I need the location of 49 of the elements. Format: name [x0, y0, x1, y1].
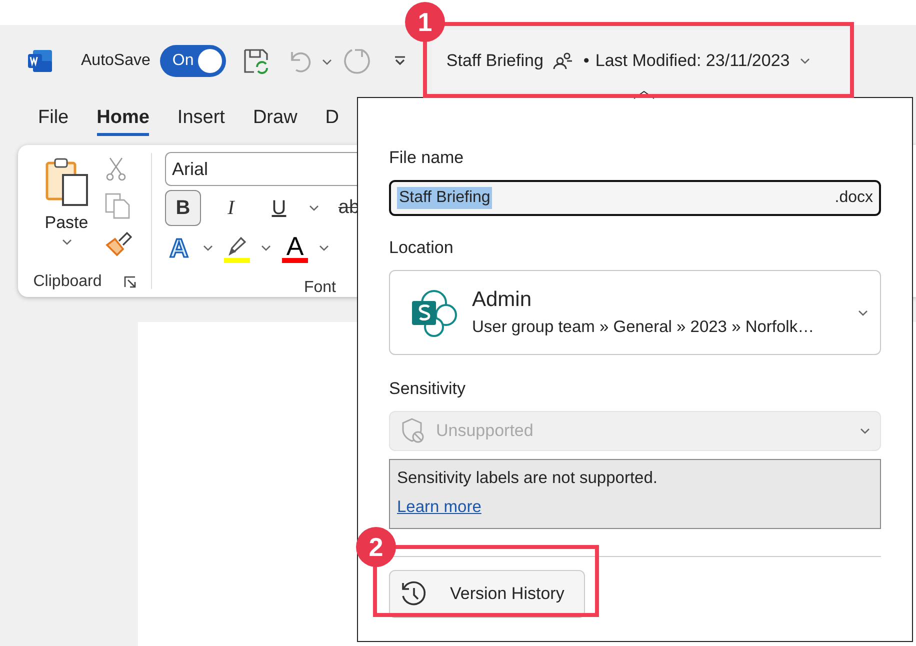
cut-icon[interactable]	[104, 157, 126, 181]
chevron-down-icon[interactable]	[322, 58, 332, 64]
version-history-button[interactable]: Version History	[389, 570, 585, 618]
italic-button[interactable]: I	[213, 190, 249, 226]
group-label: Clipboard	[33, 273, 102, 291]
format-painter-icon[interactable]	[104, 231, 132, 257]
history-icon	[400, 580, 428, 608]
chevron-down-icon[interactable]	[203, 245, 213, 251]
location-name: Admin	[472, 288, 533, 312]
shield-icon	[400, 418, 426, 444]
sharepoint-logo-icon	[410, 288, 458, 336]
paste-icon	[44, 157, 88, 207]
dialog-launcher-icon[interactable]	[124, 276, 136, 288]
chevron-down-icon[interactable]	[62, 239, 72, 245]
customize-toolbar-icon[interactable]	[394, 56, 406, 66]
location-path: User group team » General » 2023 » Norfolk…	[472, 318, 816, 337]
notice-text: Sensitivity labels are not supported.	[397, 469, 658, 488]
autosave-label: AutoSave	[81, 52, 150, 70]
learn-more-link[interactable]: Learn more	[397, 498, 482, 517]
font-color-button[interactable]: A	[281, 234, 309, 262]
ribbon-tab[interactable]: File	[38, 100, 69, 136]
ribbon-tab[interactable]: Home	[96, 100, 150, 136]
word-logo-icon[interactable]	[28, 50, 52, 72]
paste-button[interactable]: Paste	[44, 157, 88, 269]
ribbon-tab[interactable]: Insert	[177, 100, 225, 136]
field-label: File name	[389, 148, 465, 168]
location-selector[interactable]: Admin User group team » General » 2023 » Norfolk…	[389, 270, 881, 355]
file-extension: .docx	[834, 189, 873, 207]
underline-button[interactable]: U	[261, 190, 297, 226]
field-label: Location	[389, 238, 454, 258]
save-icon[interactable]	[242, 46, 270, 74]
file-name-text: Staff Briefing	[397, 187, 492, 209]
last-modified-text: Last Modified: 23/11/2023	[595, 50, 790, 70]
separator-dot: •	[583, 50, 590, 70]
chevron-down-icon[interactable]	[309, 205, 319, 211]
step-badge: 1	[405, 2, 445, 42]
ribbon-tab[interactable]: Draw	[252, 100, 298, 136]
chevron-down-icon[interactable]	[800, 58, 810, 64]
ribbon-tab[interactable]: D	[325, 100, 340, 136]
bold-button[interactable]: B	[165, 190, 201, 226]
chevron-down-icon[interactable]	[858, 310, 868, 316]
people-icon	[553, 52, 574, 70]
group-label: Font	[302, 279, 337, 297]
chevron-down-icon[interactable]	[261, 245, 271, 251]
chevron-down-icon[interactable]	[319, 245, 329, 251]
field-label: Sensitivity	[389, 379, 467, 399]
document-title: Staff Briefing	[446, 50, 544, 70]
file-name-field[interactable]: Staff Briefing .docx	[389, 180, 881, 216]
autosave-toggle[interactable]: On	[160, 44, 226, 76]
